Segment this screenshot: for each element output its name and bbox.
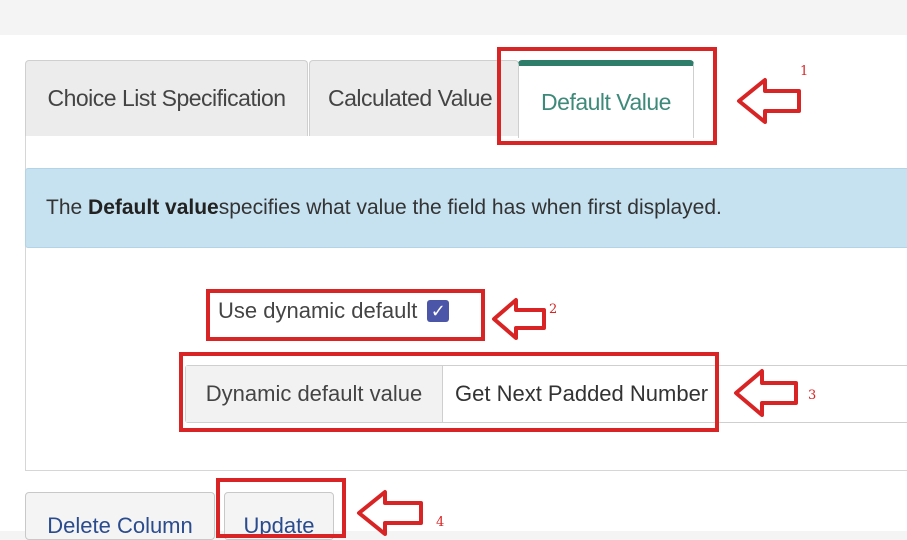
- checkmark-icon: ✓: [430, 300, 446, 321]
- info-prefix: The: [46, 196, 83, 219]
- tab-label: Default Value: [541, 88, 671, 115]
- annotation-arrow-icon: [492, 298, 546, 340]
- annotation-number: 1: [800, 64, 809, 79]
- annotation-number: 3: [808, 388, 817, 403]
- tab-label: Calculated Value: [328, 85, 493, 111]
- use-dynamic-default-label: Use dynamic default: [218, 298, 418, 323]
- use-dynamic-default-row: Use dynamic default ✓: [218, 298, 450, 324]
- dynamic-default-value-field[interactable]: [443, 366, 907, 422]
- update-button[interactable]: Update: [224, 492, 334, 540]
- use-dynamic-default-checkbox[interactable]: ✓: [427, 300, 450, 322]
- tab-calculated-value[interactable]: Calculated Value: [309, 60, 519, 136]
- dynamic-default-value-label: Dynamic default value: [186, 366, 443, 422]
- tab-label: Choice List Specification: [47, 85, 286, 111]
- annotation-number: 2: [549, 302, 558, 317]
- delete-column-button[interactable]: Delete Column: [25, 492, 215, 540]
- tab-default-value[interactable]: Default Value: [518, 60, 694, 138]
- annotation-arrow-icon: [737, 78, 801, 124]
- annotation-arrow-icon: [734, 369, 798, 417]
- annotation-number: 4: [436, 515, 445, 530]
- info-message: The Default value specifies what value t…: [25, 168, 907, 248]
- tab-choice-list-specification[interactable]: Choice List Specification: [25, 60, 308, 136]
- info-bold: Default value: [88, 196, 219, 219]
- info-suffix: specifies what value the field has when …: [218, 196, 722, 219]
